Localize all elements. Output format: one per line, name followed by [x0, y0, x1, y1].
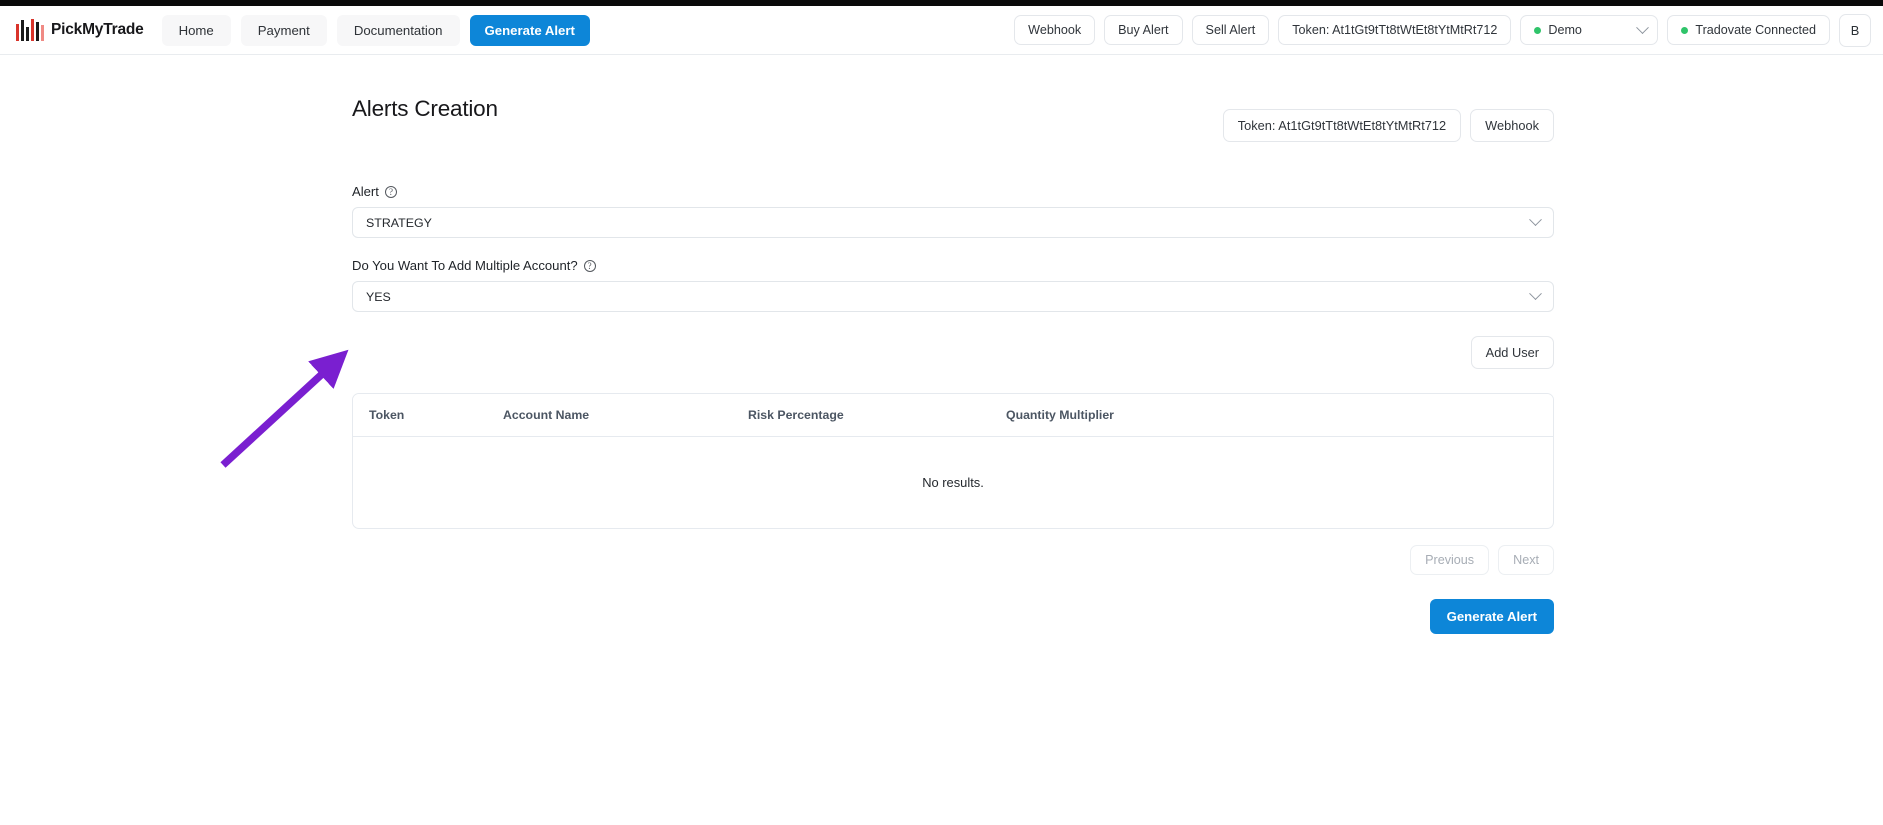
alert-label-row: Alert ? — [352, 184, 1554, 199]
alert-select-value: STRATEGY — [366, 215, 432, 230]
previous-page-button[interactable]: Previous — [1410, 545, 1490, 575]
status-dot-green-icon — [1681, 26, 1689, 34]
multiple-account-label: Do You Want To Add Multiple Account? — [352, 258, 578, 273]
help-circle-icon[interactable]: ? — [384, 185, 397, 198]
chevron-down-icon — [1636, 20, 1650, 34]
status-dot-green-icon — [1534, 26, 1542, 34]
nav-links: Home Payment Documentation Generate Aler… — [161, 14, 590, 46]
page-body: Alerts Creation Token: At1tGt9tTt8tWtEt8… — [0, 55, 1883, 825]
page-webhook-button[interactable]: Webhook — [1470, 109, 1554, 142]
page-header: Alerts Creation Token: At1tGt9tTt8tWtEt8… — [352, 55, 1554, 142]
content-container: Alerts Creation Token: At1tGt9tTt8tWtEt8… — [352, 55, 1554, 634]
navbar-right-actions: Webhook Buy Alert Sell Alert Token: At1t… — [1014, 13, 1871, 47]
alert-select[interactable]: STRATEGY — [352, 207, 1554, 238]
alert-form: Alert ? STRATEGY Do You Want To Add Mult… — [352, 184, 1554, 634]
annotation-arrow-icon — [220, 349, 349, 468]
col-account-name: Account Name — [503, 394, 748, 437]
page-token-button[interactable]: Token: At1tGt9tTt8tWtEt8tYtMtRt712 — [1222, 109, 1462, 142]
chevron-down-icon — [1529, 213, 1542, 227]
multiple-account-select[interactable]: YES — [352, 281, 1554, 312]
page-header-actions: Token: At1tGt9tTt8tWtEt8tYtMtRt712 Webho… — [1222, 83, 1554, 142]
next-page-button[interactable]: Next — [1498, 545, 1554, 575]
add-user-row: Add User — [352, 336, 1554, 369]
alert-field: Alert ? STRATEGY — [352, 184, 1554, 238]
navbar-buy-alert-button[interactable]: Buy Alert — [1104, 15, 1183, 45]
brand[interactable]: PickMyTrade — [16, 19, 144, 41]
environment-value: Demo — [1548, 23, 1582, 37]
col-risk-percentage: Risk Percentage — [748, 394, 1006, 437]
nav-payment[interactable]: Payment — [240, 14, 327, 46]
connection-status-badge: Tradovate Connected — [1667, 15, 1830, 45]
multiple-account-select-value: YES — [366, 289, 391, 304]
pagination: Previous Next — [352, 545, 1554, 575]
submit-row: Generate Alert — [352, 599, 1554, 634]
accounts-table: Token Account Name Risk Percentage Quant… — [353, 394, 1553, 528]
accounts-table-card: Token Account Name Risk Percentage Quant… — [352, 393, 1554, 529]
avatar[interactable]: B — [1839, 13, 1871, 47]
navbar-token-button[interactable]: Token: At1tGt9tTt8tWtEt8tYtMtRt712 — [1278, 15, 1512, 45]
page-title: Alerts Creation — [352, 96, 498, 121]
help-circle-icon[interactable]: ? — [583, 259, 596, 272]
add-user-button[interactable]: Add User — [1470, 336, 1554, 369]
multiple-account-label-row: Do You Want To Add Multiple Account? ? — [352, 258, 1554, 273]
col-quantity-multiplier: Quantity Multiplier — [1006, 394, 1553, 437]
table-header-row: Token Account Name Risk Percentage Quant… — [353, 394, 1553, 437]
connection-status-label: Tradovate Connected — [1695, 23, 1816, 37]
table-empty-message: No results. — [922, 475, 984, 490]
nav-generate-alert-button[interactable]: Generate Alert — [469, 14, 590, 46]
navbar-sell-alert-button[interactable]: Sell Alert — [1191, 15, 1270, 45]
table-body: No results. — [353, 437, 1553, 529]
environment-select[interactable]: Demo — [1520, 15, 1659, 45]
chevron-down-icon — [1529, 287, 1542, 301]
table-head: Token Account Name Risk Percentage Quant… — [353, 394, 1553, 437]
navbar-webhook-button[interactable]: Webhook — [1014, 15, 1096, 45]
main-navbar: PickMyTrade Home Payment Documentation G… — [0, 6, 1883, 55]
multiple-account-field: Do You Want To Add Multiple Account? ? Y… — [352, 258, 1554, 312]
col-token: Token — [353, 394, 503, 437]
alert-label: Alert — [352, 184, 379, 199]
nav-documentation[interactable]: Documentation — [336, 14, 460, 46]
bar-chart-logo-icon — [16, 19, 44, 41]
table-row: No results. — [353, 437, 1553, 529]
brand-name: PickMyTrade — [51, 21, 144, 38]
nav-home[interactable]: Home — [161, 14, 231, 46]
generate-alert-button[interactable]: Generate Alert — [1429, 599, 1554, 634]
